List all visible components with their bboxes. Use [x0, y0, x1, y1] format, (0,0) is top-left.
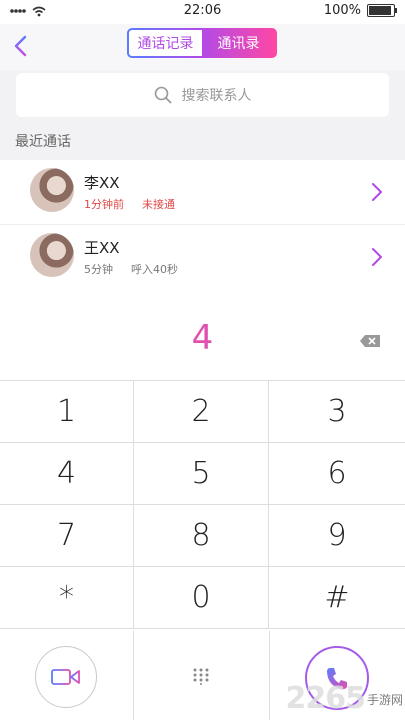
watermark-logo: 2265 手游网 — [285, 681, 403, 716]
contact-name: 王XX — [84, 239, 120, 257]
status-bar: 22:06 100% — [0, 0, 405, 24]
battery-fill — [369, 6, 391, 15]
key-9[interactable]: 9 — [269, 505, 405, 567]
chevron-right-icon[interactable] — [371, 182, 383, 202]
dialer-actions: 2265 手游网 — [0, 631, 405, 720]
call-status: 呼入40秒 — [131, 263, 178, 276]
search-icon — [154, 86, 171, 104]
call-time: 5分钟 — [84, 263, 113, 276]
watermark-number: 2265 — [285, 681, 365, 716]
key-star[interactable]: * — [0, 567, 134, 629]
avatar — [30, 233, 74, 277]
key-hash[interactable]: # — [269, 567, 405, 629]
dial-display: 4 — [0, 300, 405, 381]
tab-contacts[interactable]: 通讯录 — [202, 30, 275, 56]
tab-call-log[interactable]: 通话记录 — [129, 30, 202, 56]
video-call-cell — [0, 631, 135, 720]
backspace-icon[interactable] — [359, 334, 381, 348]
watermark-text: 手游网 — [366, 693, 403, 707]
key-5[interactable]: 5 — [134, 443, 269, 505]
call-meta: 5分钟 呼入40秒 — [84, 261, 178, 277]
avatar — [30, 168, 74, 212]
search-placeholder: 搜索联系人 — [181, 88, 252, 104]
key-7[interactable]: 7 — [0, 505, 134, 567]
video-camera-icon — [51, 669, 80, 685]
battery-icon — [367, 4, 397, 17]
header: 通话记录 通讯录 — [0, 24, 405, 70]
keypad-icon[interactable] — [192, 667, 210, 685]
key-0[interactable]: 0 — [134, 567, 269, 629]
call-cell: 2265 手游网 — [270, 631, 405, 720]
key-1[interactable]: 1 — [0, 381, 134, 443]
call-meta: 1分钟前 未接通 — [84, 196, 175, 212]
section-title: 最近通话 — [15, 134, 71, 150]
battery-percent: 100% — [323, 3, 361, 18]
keypad: 1 2 3 4 5 6 7 8 9 * 0 # — [0, 381, 405, 629]
entered-number: 4 — [191, 318, 214, 358]
keypad-toggle-cell — [134, 631, 270, 720]
back-icon[interactable] — [10, 34, 32, 58]
key-8[interactable]: 8 — [134, 505, 269, 567]
call-row[interactable]: 李XX 1分钟前 未接通 — [0, 160, 405, 225]
key-6[interactable]: 6 — [269, 443, 405, 505]
key-2[interactable]: 2 — [134, 381, 269, 443]
status-right: 100% — [323, 3, 397, 18]
tab-switcher: 通话记录 通讯录 — [127, 28, 277, 58]
dialer: 4 1 2 3 4 5 6 7 8 9 * 0 # 2265 手游网 — [0, 300, 405, 720]
call-row[interactable]: 王XX 5分钟 呼入40秒 — [0, 225, 405, 290]
call-status: 未接通 — [142, 198, 175, 211]
search-input[interactable]: 搜索联系人 — [16, 73, 389, 117]
call-list: 李XX 1分钟前 未接通 王XX 5分钟 呼入40秒 — [0, 160, 405, 290]
video-call-button[interactable] — [35, 646, 97, 708]
chevron-right-icon[interactable] — [371, 247, 383, 267]
key-3[interactable]: 3 — [269, 381, 405, 443]
key-4[interactable]: 4 — [0, 443, 134, 505]
contact-name: 李XX — [84, 174, 120, 192]
call-time: 1分钟前 — [84, 198, 124, 211]
